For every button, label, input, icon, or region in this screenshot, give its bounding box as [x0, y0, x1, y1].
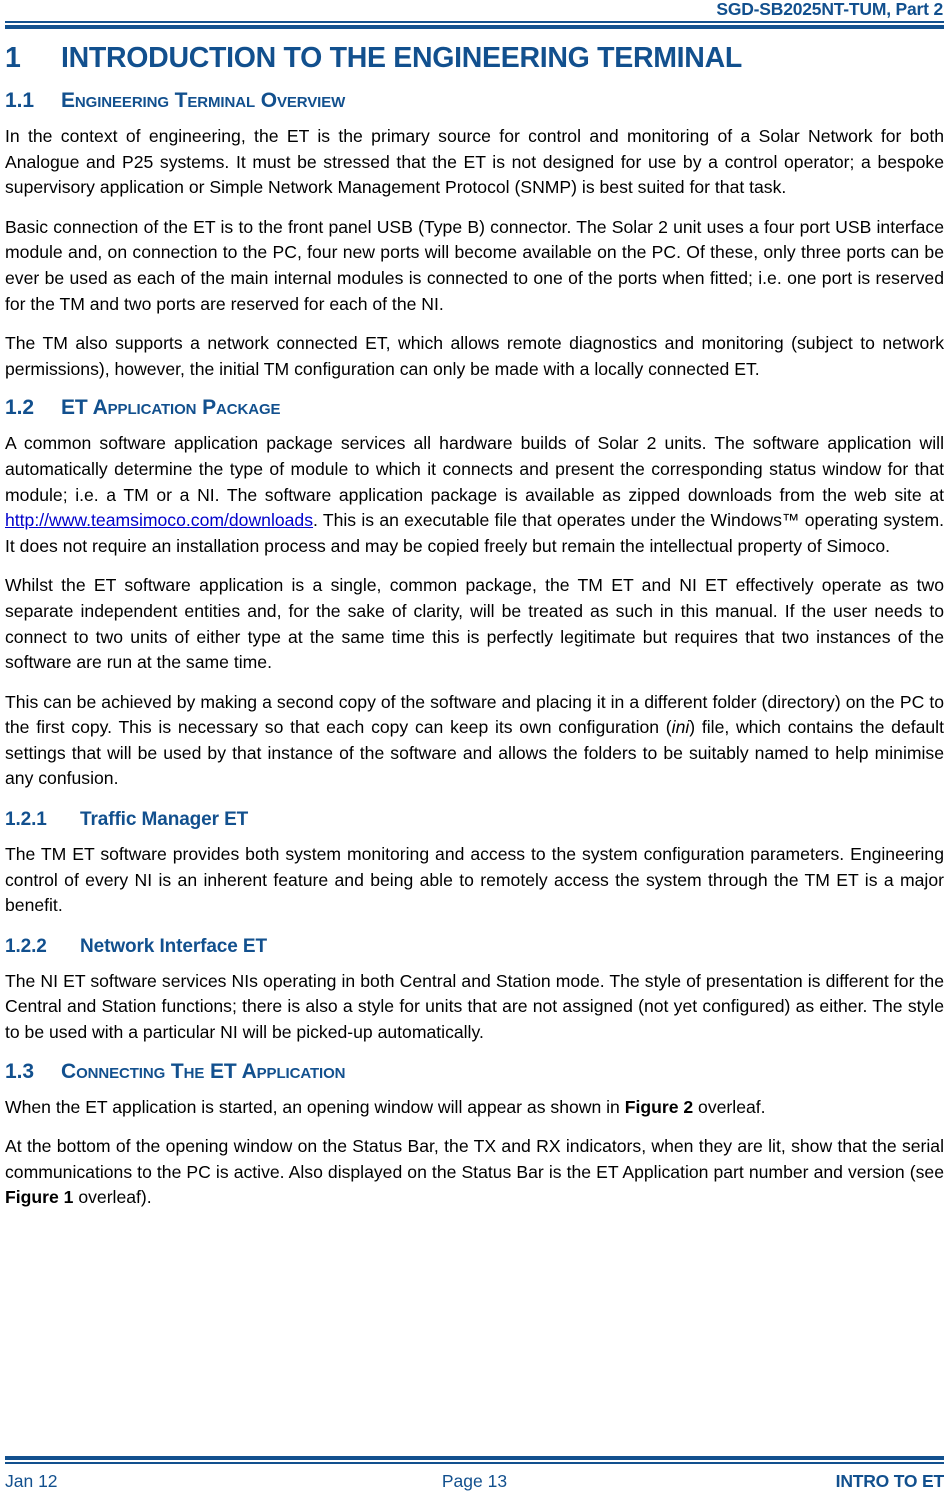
page-footer: Jan 12 Page 13 INTRO TO ET: [5, 1456, 944, 1506]
footer-page-number: Page 13: [441, 1471, 508, 1491]
paragraph-1-2-2-body: The NI ET software services NIs operatin…: [5, 970, 944, 1043]
subsection-title-1-2-2: Network Interface ET: [80, 935, 267, 957]
section-number-1-2: 1.2: [5, 396, 34, 420]
document-page: SGD-SB2025NT-TUM, Part 2 1 INTRODUCTION …: [0, 0, 949, 1511]
paragraph-1-3-2: At the bottom of the opening window on t…: [5, 1134, 944, 1211]
subsection-number-1-2-1: 1.2.1: [5, 809, 47, 831]
subsection-heading-1-2-2: 1.2.2 Network Interface ET: [5, 935, 944, 958]
section-heading-1-1: 1.1 Engineering Terminal Overview: [5, 88, 944, 113]
chapter-number: 1: [5, 42, 21, 74]
chapter-heading: 1 INTRODUCTION TO THE ENGINEERING TERMIN…: [5, 41, 944, 75]
ini-italic-term: ini: [671, 717, 690, 738]
paragraph-1-2-3: This can be achieved by making a second …: [5, 690, 944, 792]
section-title-1-3: Connecting The ET Application: [61, 1059, 346, 1083]
paragraph-1-3-2-text-after-ref: overleaf).: [73, 1187, 152, 1208]
section-title-1-1: Engineering Terminal Overview: [61, 89, 346, 112]
header-document-reference: SGD-SB2025NT-TUM, Part 2: [716, 0, 943, 19]
section-number-1-1: 1.1: [5, 89, 34, 112]
page-header: SGD-SB2025NT-TUM, Part 2: [5, 0, 944, 30]
paragraph-1-2-1: A common software application package se…: [5, 431, 944, 559]
footer-rule-thin: [5, 1462, 944, 1464]
paragraph-1-3-1: When the ET application is started, an o…: [5, 1095, 944, 1121]
section-heading-1-3: 1.3 Connecting The ET Application: [5, 1059, 944, 1084]
footer-section-reference: INTRO TO ET: [835, 1471, 945, 1491]
subsection-heading-1-2-1: 1.2.1 Traffic Manager ET: [5, 808, 944, 831]
figure-1-reference: Figure 1: [5, 1187, 74, 1208]
paragraph-1-2-2: Whilst the ET software application is a …: [5, 575, 944, 673]
section-heading-1-2: 1.2 ET Application Package: [5, 395, 944, 420]
page-content: 1 INTRODUCTION TO THE ENGINEERING TERMIN…: [5, 33, 944, 1456]
paragraph-1-1-3: The TM also supports a network connected…: [5, 333, 944, 379]
paragraph-1-1-2: Basic connection of the ET is to the fro…: [5, 216, 944, 314]
chapter-title: INTRODUCTION TO THE ENGINEERING TERMINAL: [61, 42, 742, 74]
subsection-number-1-2-2: 1.2.2: [5, 935, 47, 957]
section-number-1-3: 1.3: [5, 1059, 34, 1083]
header-rule-thick: [5, 25, 944, 29]
paragraph-1-2-1-body: The TM ET software provides both system …: [5, 844, 944, 916]
footer-row: Jan 12 Page 13 INTRO TO ET: [5, 1470, 944, 1492]
paragraph-1-1-1: In the context of engineering, the ET is…: [5, 126, 944, 198]
downloads-link[interactable]: http://www.teamsimoco.com/downloads: [5, 510, 313, 530]
subsection-title-1-2-1: Traffic Manager ET: [80, 809, 249, 831]
paragraph-1-3-1-text-before-ref: When the ET application is started, an o…: [5, 1096, 625, 1117]
paragraph-1-3-1-text-after-ref: overleaf.: [693, 1096, 766, 1117]
header-divider-rule: [5, 21, 944, 29]
paragraph-1-3-2-text-before-ref: At the bottom of the opening window on t…: [5, 1136, 944, 1182]
paragraph-1-2-1-text-before-link: A common software application package se…: [5, 433, 944, 505]
figure-2-reference: Figure 2: [624, 1096, 694, 1117]
footer-date: Jan 12: [5, 1471, 58, 1491]
section-title-1-2: ET Application Package: [61, 396, 281, 420]
footer-divider-rule: [5, 1456, 944, 1464]
